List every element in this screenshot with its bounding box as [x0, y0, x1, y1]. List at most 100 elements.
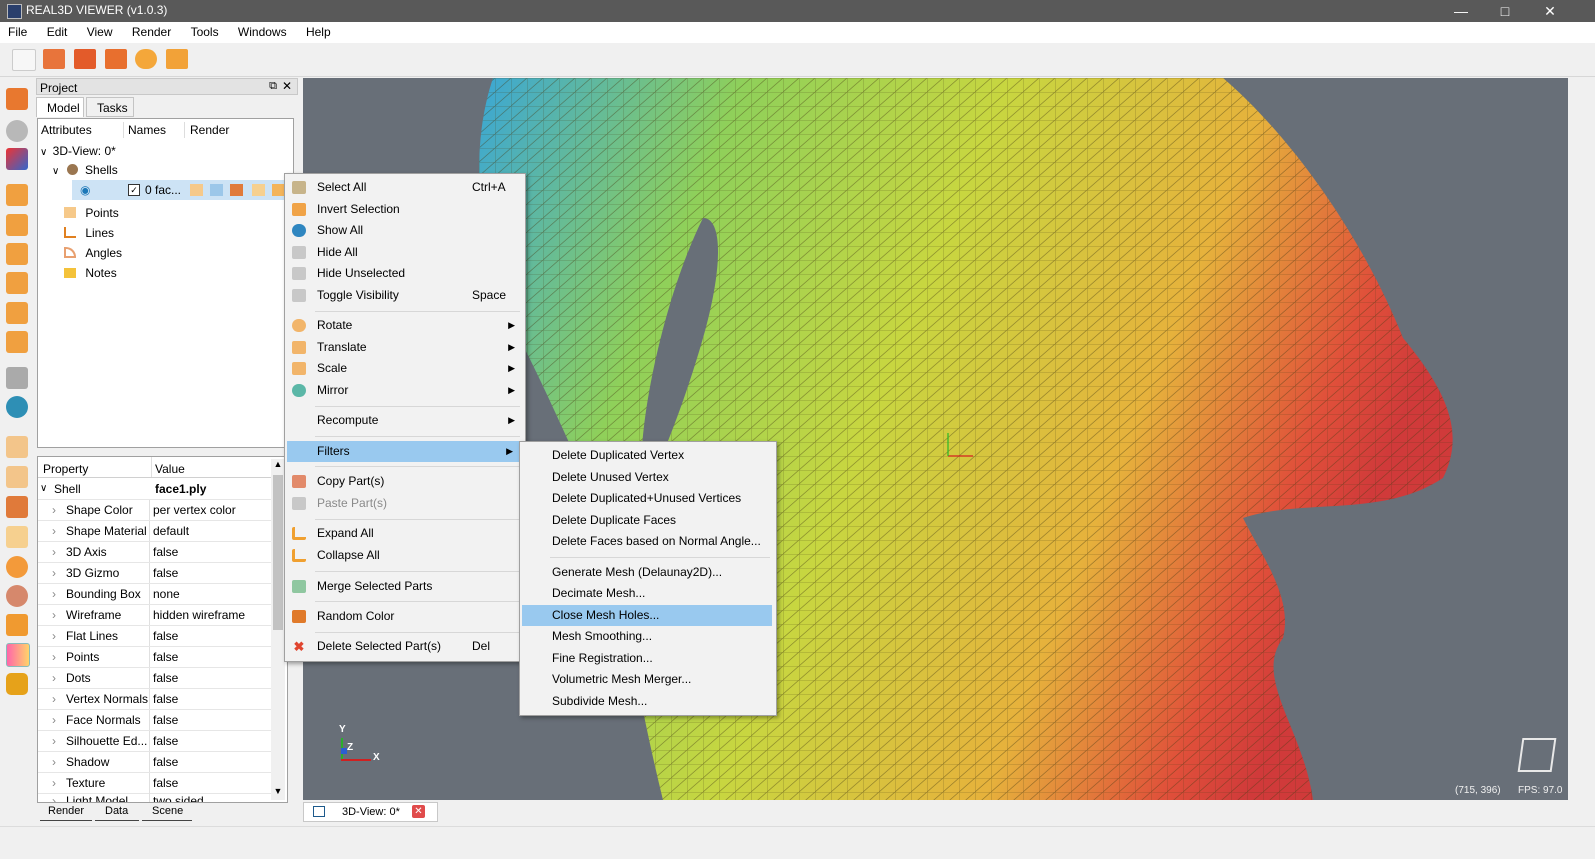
header-value[interactable]: Value — [155, 459, 185, 479]
filter-close-mesh-holes[interactable]: Close Mesh Holes... — [522, 605, 772, 626]
chevron-down-icon[interactable]: ∨ — [52, 166, 59, 177]
hidden-wireframe-mode-icon[interactable] — [210, 184, 223, 196]
chevron-right-icon[interactable]: › — [52, 689, 56, 709]
sphere-icon[interactable] — [6, 120, 28, 142]
sun-icon[interactable] — [6, 556, 28, 578]
menu-show-all[interactable]: Show All — [287, 220, 523, 241]
tree-root[interactable]: ∨ 3D-View: 0* — [40, 141, 116, 161]
property-scrollbar[interactable]: ▲ ▼ — [271, 459, 285, 800]
menu-invert-selection[interactable]: Invert Selection — [287, 199, 523, 220]
menu-view[interactable]: View — [79, 22, 121, 39]
filter-mesh-smoothing[interactable]: Mesh Smoothing... — [522, 626, 772, 647]
chevron-right-icon[interactable]: › — [52, 647, 56, 667]
property-row[interactable]: › Face Normals false — [38, 710, 272, 731]
material-icon[interactable] — [6, 585, 28, 607]
tree-header-attributes[interactable]: Attributes — [41, 123, 92, 137]
filter-fine-registration[interactable]: Fine Registration... — [522, 648, 772, 669]
import-icon[interactable] — [74, 49, 96, 69]
chevron-right-icon[interactable]: › — [52, 710, 56, 730]
box-view-icon[interactable] — [6, 184, 28, 206]
tree-points[interactable]: Points — [64, 203, 119, 223]
chevron-right-icon[interactable]: › — [52, 521, 56, 541]
header-property[interactable]: Property — [43, 459, 88, 479]
maximize-icon[interactable]: □ — [1482, 0, 1528, 22]
tab-data[interactable]: Data — [95, 805, 139, 821]
eye-icon[interactable]: ◉ — [80, 180, 90, 200]
box-view-2-icon[interactable] — [6, 214, 28, 236]
property-row[interactable]: › Dots false — [38, 668, 272, 689]
chevron-right-icon[interactable]: › — [52, 605, 56, 625]
chevron-right-icon[interactable]: › — [52, 542, 56, 562]
property-row[interactable]: › 3D Axis false — [38, 542, 272, 563]
menu-rotate[interactable]: Rotate ▶ — [287, 315, 523, 336]
menu-expand-all[interactable]: Expand All — [287, 523, 523, 544]
close-icon[interactable]: ✕ — [1527, 0, 1573, 22]
screenshot-icon[interactable] — [166, 49, 188, 69]
tab-scene[interactable]: Scene — [142, 805, 192, 821]
solid-box-icon[interactable] — [6, 496, 28, 518]
solid-mode-icon[interactable] — [230, 184, 243, 196]
tree-shell-item[interactable]: ◉ ✓ 0 fac... — [72, 180, 294, 200]
open-folder-icon[interactable] — [43, 49, 65, 69]
box-view-6-icon[interactable] — [6, 331, 28, 353]
view-cube-icon[interactable] — [1517, 738, 1557, 772]
box-view-4-icon[interactable] — [6, 272, 28, 294]
chevron-right-icon[interactable]: › — [52, 584, 56, 604]
cube-icon[interactable] — [6, 88, 28, 110]
tree-notes[interactable]: Notes — [64, 263, 117, 283]
close-panel-icon[interactable]: ✕ — [282, 79, 292, 93]
tab-tasks[interactable]: Tasks — [86, 97, 134, 117]
wireframe-box-icon[interactable] — [6, 436, 28, 458]
refresh-icon[interactable] — [135, 49, 157, 69]
menu-render[interactable]: Render — [124, 22, 179, 39]
wireframe-mode-icon[interactable] — [190, 184, 203, 196]
chevron-down-icon[interactable]: ∨ — [40, 147, 47, 158]
tree-header-render[interactable]: Render — [190, 123, 229, 137]
scrollbar-thumb[interactable] — [273, 475, 283, 630]
menu-recompute[interactable]: Recompute ▶ — [287, 410, 523, 431]
menu-toggle-visibility[interactable]: Toggle Visibility Space — [287, 285, 523, 306]
points-mode-icon[interactable] — [252, 184, 265, 196]
filter-generate-mesh[interactable]: Generate Mesh (Delaunay2D)... — [522, 562, 772, 583]
chevron-right-icon[interactable]: › — [52, 752, 56, 772]
chevron-right-icon[interactable]: › — [52, 791, 56, 802]
menu-delete-selected-parts[interactable]: ✖ Delete Selected Part(s) Del — [287, 636, 523, 657]
property-row[interactable]: › Points false — [38, 647, 272, 668]
tree-lines[interactable]: Lines — [64, 223, 114, 243]
property-row[interactable]: › Light Model two sided — [38, 791, 272, 802]
chevron-right-icon[interactable]: › — [52, 563, 56, 583]
filter-delete-faces-normal-angle[interactable]: Delete Faces based on Normal Angle... — [522, 531, 772, 552]
menu-help[interactable]: Help — [298, 22, 339, 39]
grid-box-icon[interactable] — [6, 367, 28, 389]
filter-delete-duplicated-vertex[interactable]: Delete Duplicated Vertex — [522, 445, 772, 466]
menu-hide-all[interactable]: Hide All — [287, 242, 523, 263]
tab-model[interactable]: Model — [36, 97, 84, 117]
menu-collapse-all[interactable]: Collapse All — [287, 545, 523, 566]
tree-header-names[interactable]: Names — [128, 123, 166, 137]
menu-scale[interactable]: Scale ▶ — [287, 358, 523, 379]
menu-windows[interactable]: Windows — [230, 22, 295, 39]
property-row[interactable]: › Wireframe hidden wireframe — [38, 605, 272, 626]
viewport-tab[interactable]: 3D-View: 0* ✕ — [303, 802, 438, 822]
float-panel-icon[interactable]: ⧉ — [269, 80, 277, 93]
filter-delete-duplicated-unused-vertices[interactable]: Delete Duplicated+Unused Vertices — [522, 488, 772, 509]
scroll-down-icon[interactable]: ▼ — [271, 786, 285, 800]
graph-nodes-icon[interactable] — [6, 614, 28, 636]
points-icon[interactable] — [6, 526, 28, 548]
property-row[interactable]: › Shape Material default — [38, 521, 272, 542]
menu-mirror[interactable]: Mirror ▶ — [287, 380, 523, 401]
menu-paste-parts[interactable]: Paste Part(s) — [287, 493, 523, 514]
chevron-right-icon[interactable]: › — [52, 626, 56, 646]
property-row[interactable]: › 3D Gizmo false — [38, 563, 272, 584]
visibility-checkbox[interactable]: ✓ — [128, 184, 140, 196]
minimize-icon[interactable]: — — [1438, 0, 1484, 22]
new-file-icon[interactable] — [12, 49, 36, 71]
scroll-up-icon[interactable]: ▲ — [271, 459, 285, 473]
tree-angles[interactable]: Angles — [64, 243, 122, 263]
chevron-down-icon[interactable]: ∨ — [40, 479, 47, 499]
menu-select-all[interactable]: Select All Ctrl+A — [287, 177, 523, 198]
property-row[interactable]: › Shape Color per vertex color — [38, 500, 272, 521]
menu-edit[interactable]: Edit — [39, 22, 76, 39]
hidden-wireframe-icon[interactable] — [6, 466, 28, 488]
box-view-3-icon[interactable] — [6, 243, 28, 265]
